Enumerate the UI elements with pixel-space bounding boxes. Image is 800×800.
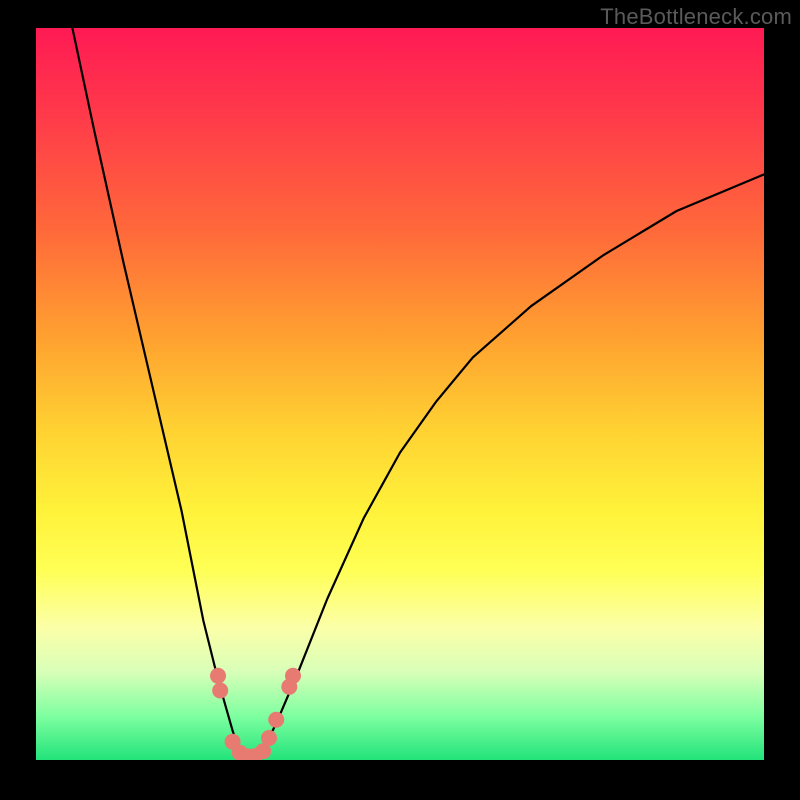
chart-svg (36, 28, 764, 760)
curve-path (72, 28, 764, 760)
bottleneck-curve (72, 28, 764, 760)
plot-area (36, 28, 764, 760)
marker-dot (261, 730, 277, 746)
chart-frame: TheBottleneck.com (0, 0, 800, 800)
marker-dot (210, 668, 226, 684)
highlight-markers (210, 668, 301, 760)
marker-dot (268, 712, 284, 728)
marker-dot (285, 668, 301, 684)
marker-dot (212, 683, 228, 699)
watermark-label: TheBottleneck.com (600, 4, 792, 30)
